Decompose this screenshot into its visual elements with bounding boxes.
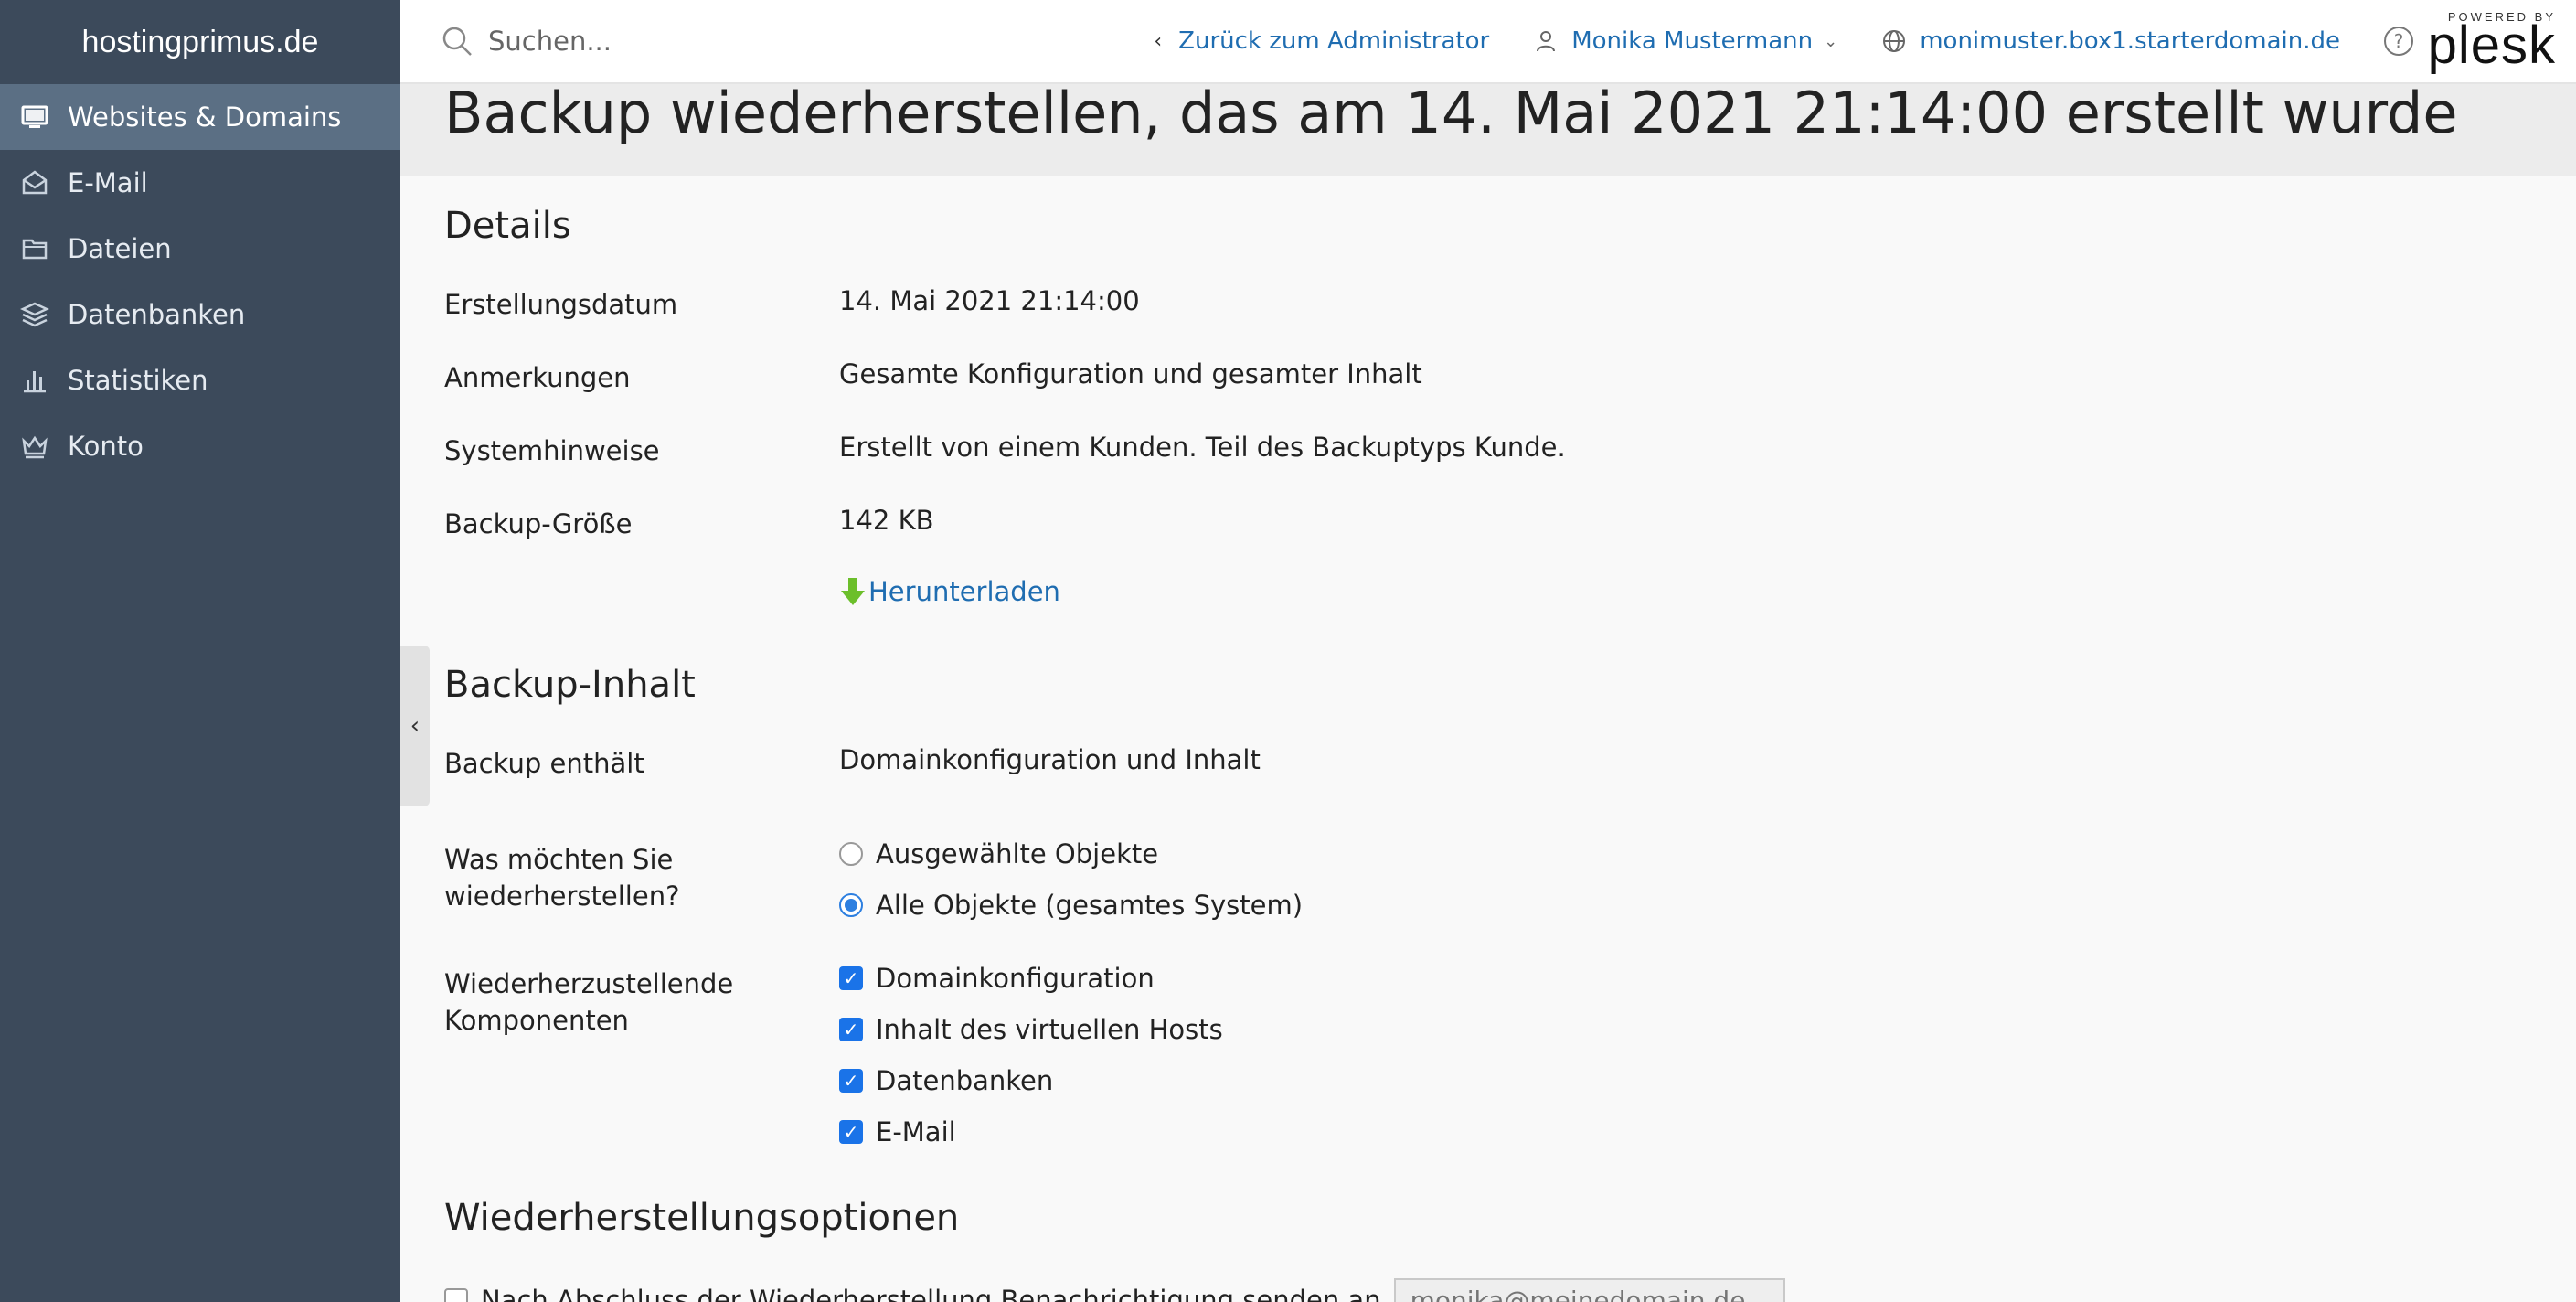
bar-chart-icon bbox=[20, 366, 49, 395]
page-title-band: Backup wiederherstellen, das am 14. Mai … bbox=[400, 84, 2576, 176]
backup-contains-value: Domainkonfiguration und Inhalt bbox=[839, 744, 1261, 775]
sidebar-item-label: Datenbanken bbox=[68, 299, 246, 330]
chevron-left-icon: ‹ bbox=[1154, 29, 1163, 53]
backup-size-label: Backup-Größe bbox=[444, 508, 633, 539]
details-heading: Details bbox=[444, 205, 571, 247]
sidebar-item-label: Dateien bbox=[68, 233, 172, 264]
restore-what-label-line1: Was möchten Sie bbox=[444, 844, 674, 875]
restore-what-label-line2: wiederherstellen? bbox=[444, 880, 680, 912]
top-bar: ‹ Zurück zum Administrator Monika Muster… bbox=[400, 0, 2576, 84]
radio-selected-objects[interactable]: Ausgewählte Objekte bbox=[839, 838, 1158, 870]
sidebar-collapse-button[interactable]: ‹ bbox=[400, 646, 430, 806]
components-label-line1: Wiederherzustellende bbox=[444, 968, 734, 999]
backup-contains-label: Backup enthält bbox=[444, 748, 644, 779]
notes-value: Gesamte Konfiguration und gesamter Inhal… bbox=[839, 358, 1422, 390]
sidebar-item-statistiken[interactable]: Statistiken bbox=[0, 347, 400, 413]
checkbox[interactable]: ✓ bbox=[839, 1018, 863, 1041]
back-to-admin-link[interactable]: ‹ Zurück zum Administrator bbox=[1154, 27, 1489, 55]
system-notes-label: Systemhinweise bbox=[444, 435, 660, 466]
checkbox-label: E-Mail bbox=[876, 1116, 956, 1147]
sidebar-item-dateien[interactable]: Dateien bbox=[0, 216, 400, 282]
help-icon[interactable]: ? bbox=[2384, 27, 2413, 56]
sidebar: hostingprimus.de Websites & Domains E-Ma… bbox=[0, 0, 400, 1302]
sidebar-item-email[interactable]: E-Mail bbox=[0, 150, 400, 216]
notify-checkbox[interactable] bbox=[444, 1288, 468, 1302]
creation-date-label: Erstellungsdatum bbox=[444, 289, 678, 320]
download-label: Herunterladen bbox=[868, 576, 1060, 607]
checkbox-domain-config[interactable]: ✓ Domainkonfiguration bbox=[839, 963, 1155, 994]
search-input[interactable] bbox=[488, 26, 1037, 57]
sidebar-item-websites-domains[interactable]: Websites & Domains bbox=[0, 84, 400, 150]
page-title: Backup wiederherstellen, das am 14. Mai … bbox=[444, 80, 2458, 146]
sidebar-item-label: Statistiken bbox=[68, 365, 208, 396]
restore-options-heading: Wiederherstellungsoptionen bbox=[444, 1197, 960, 1239]
plesk-logo[interactable]: POWERED BY plesk bbox=[2428, 11, 2556, 72]
brand-name[interactable]: hostingprimus.de bbox=[0, 0, 400, 84]
notes-label: Anmerkungen bbox=[444, 362, 631, 393]
checkbox[interactable]: ✓ bbox=[839, 1120, 863, 1144]
notify-row: Nach Abschluss der Wiederherstellung Ben… bbox=[444, 1278, 1785, 1302]
radio-all-objects[interactable]: Alle Objekte (gesamtes System) bbox=[839, 890, 1303, 921]
checkbox[interactable]: ✓ bbox=[839, 1069, 863, 1093]
sidebar-item-label: Konto bbox=[68, 431, 144, 462]
checkbox-label: Domainkonfiguration bbox=[876, 963, 1155, 994]
checkbox-label: Inhalt des virtuellen Hosts bbox=[876, 1014, 1223, 1045]
checkbox-vhost-content[interactable]: ✓ Inhalt des virtuellen Hosts bbox=[839, 1014, 1223, 1045]
radio-button[interactable] bbox=[839, 842, 863, 866]
chevron-down-icon: ⌄ bbox=[1824, 31, 1838, 51]
monitor-icon bbox=[20, 102, 49, 132]
checkbox-email[interactable]: ✓ E-Mail bbox=[839, 1116, 956, 1147]
radio-button[interactable] bbox=[839, 893, 863, 917]
folder-icon bbox=[20, 234, 49, 263]
user-icon bbox=[1537, 31, 1556, 52]
globe-icon bbox=[1883, 30, 1906, 52]
components-label-line2: Komponenten bbox=[444, 1005, 629, 1036]
sidebar-item-label: E-Mail bbox=[68, 167, 148, 198]
user-name: Monika Mustermann bbox=[1571, 27, 1814, 55]
radio-label: Alle Objekte (gesamtes System) bbox=[876, 890, 1304, 921]
database-icon bbox=[20, 300, 49, 329]
mail-icon bbox=[20, 168, 49, 197]
system-notes-value: Erstellt von einem Kunden. Teil des Back… bbox=[839, 432, 1566, 463]
chevron-left-icon: ‹ bbox=[410, 712, 420, 740]
search-box bbox=[441, 25, 1080, 58]
notify-email-input[interactable] bbox=[1393, 1278, 1785, 1302]
plesk-wordmark: plesk bbox=[2427, 15, 2556, 75]
checkbox-label: Datenbanken bbox=[876, 1065, 1054, 1096]
search-icon bbox=[442, 27, 472, 56]
radio-label: Ausgewählte Objekte bbox=[876, 838, 1159, 870]
sidebar-item-konto[interactable]: Konto bbox=[0, 413, 400, 479]
sidebar-item-datenbanken[interactable]: Datenbanken bbox=[0, 282, 400, 347]
download-arrow-icon bbox=[841, 578, 865, 605]
backup-content-heading: Backup-Inhalt bbox=[444, 664, 696, 706]
user-menu[interactable]: Monika Mustermann ⌄ bbox=[1533, 27, 1837, 55]
creation-date-value: 14. Mai 2021 21:14:00 bbox=[839, 285, 1140, 316]
checkbox-databases[interactable]: ✓ Datenbanken bbox=[839, 1065, 1053, 1096]
download-link[interactable]: Herunterladen bbox=[839, 576, 1060, 607]
backup-size-value: 142 KB bbox=[839, 505, 934, 536]
checkbox[interactable]: ✓ bbox=[839, 966, 863, 990]
crown-icon bbox=[20, 432, 49, 461]
back-to-admin-label: Zurück zum Administrator bbox=[1178, 27, 1490, 55]
domain-name: monimuster.box1.starterdomain.de bbox=[1920, 27, 2340, 55]
notify-label: Nach Abschluss der Wiederherstellung Ben… bbox=[481, 1285, 1381, 1302]
sidebar-item-label: Websites & Domains bbox=[68, 101, 342, 133]
domain-link[interactable]: monimuster.box1.starterdomain.de bbox=[1881, 27, 2340, 55]
